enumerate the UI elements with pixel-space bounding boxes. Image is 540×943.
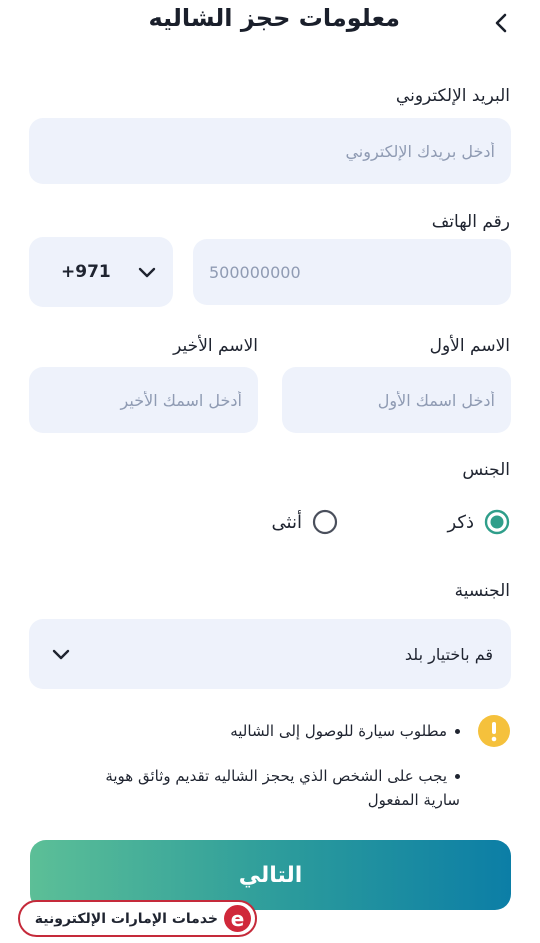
last-name-field[interactable]	[29, 367, 258, 433]
gender-label: الجنس	[462, 460, 510, 480]
email-field-container	[29, 118, 511, 184]
chevron-down-icon	[138, 267, 156, 278]
e-logo-icon: e	[224, 905, 251, 932]
next-button-label: التالي	[238, 862, 303, 888]
gender-option-male[interactable]: ذكر	[447, 509, 510, 535]
bullet	[455, 729, 460, 734]
page-title: معلومات حجز الشاليه	[148, 4, 400, 32]
country-code-select[interactable]: +971	[29, 237, 173, 307]
chevron-left-icon	[495, 13, 507, 33]
last-name-field-container	[29, 367, 258, 433]
last-name-label: الاسم الأخير	[173, 336, 258, 356]
radio-selected-icon	[484, 509, 510, 535]
watermark-text: خدمات الإمارات الإلكترونية	[34, 910, 218, 927]
note-text-2: يجب على الشخص الذي يحجز الشاليه تقديم وث…	[105, 767, 460, 809]
first-name-field[interactable]	[282, 367, 511, 433]
note-item: مطلوب سيارة للوصول إلى الشاليه	[180, 719, 460, 743]
phone-label: رقم الهاتف	[431, 212, 510, 232]
nationality-value: قم باختيار بلد	[404, 644, 493, 664]
warning-icon	[478, 715, 510, 747]
gender-option-female[interactable]: أنثى	[272, 509, 338, 535]
nationality-label: الجنسية	[454, 581, 510, 601]
bullet	[455, 774, 460, 779]
note-text-1: مطلوب سيارة للوصول إلى الشاليه	[230, 722, 447, 740]
uae-services-watermark: خدمات الإمارات الإلكترونية e	[18, 900, 257, 937]
phone-field[interactable]	[193, 239, 511, 305]
chevron-down-icon	[52, 649, 70, 660]
first-name-field-container	[282, 367, 511, 433]
country-code-value: +971	[61, 262, 111, 282]
gender-female-label: أنثى	[271, 511, 302, 533]
nationality-select[interactable]: قم باختيار بلد	[29, 619, 511, 689]
phone-field-container	[193, 239, 511, 305]
email-field[interactable]	[29, 118, 511, 184]
email-label: البريد الإلكتروني	[395, 86, 510, 106]
gender-male-label: ذكر	[447, 511, 474, 533]
radio-unselected-icon	[312, 509, 338, 535]
note-item: يجب على الشخص الذي يحجز الشاليه تقديم وث…	[65, 764, 460, 812]
back-button[interactable]	[484, 6, 518, 40]
first-name-label: الاسم الأول	[429, 336, 510, 356]
